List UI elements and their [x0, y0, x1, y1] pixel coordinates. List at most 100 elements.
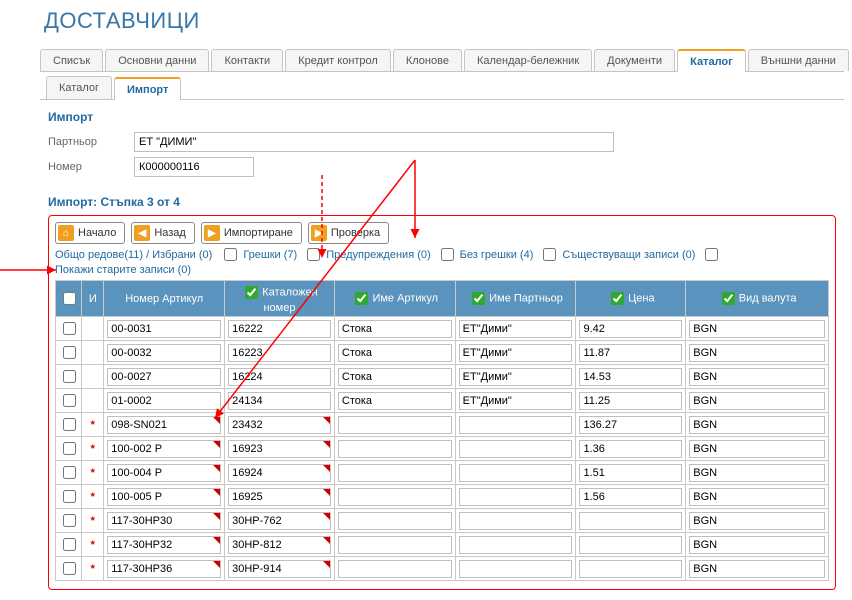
subtab-импорт[interactable]: Импорт [114, 77, 181, 100]
cell-input[interactable] [459, 368, 573, 386]
cell-input[interactable] [579, 416, 682, 434]
cell-input[interactable] [459, 536, 573, 554]
row-select-checkbox[interactable] [63, 418, 76, 431]
partner-input[interactable] [134, 132, 614, 152]
cell-input[interactable] [459, 440, 573, 458]
cell-input[interactable] [338, 536, 452, 554]
cell-input[interactable] [228, 464, 331, 482]
tab-контакти[interactable]: Контакти [211, 49, 283, 71]
cell-input[interactable] [689, 368, 825, 386]
cell-input[interactable] [338, 320, 452, 338]
tab-основни-данни[interactable]: Основни данни [105, 49, 209, 71]
cell-input[interactable] [689, 392, 825, 410]
cell-input[interactable] [107, 368, 221, 386]
cell-input[interactable] [338, 368, 452, 386]
filter-warnings-checkbox[interactable] [307, 248, 320, 261]
col-article-name-checkbox[interactable] [355, 292, 368, 305]
cell-input[interactable] [228, 392, 331, 410]
cell-input[interactable] [338, 512, 452, 530]
filter-showold-checkbox[interactable] [705, 248, 718, 261]
filter-existing-checkbox[interactable] [543, 248, 556, 261]
row-select-checkbox[interactable] [63, 442, 76, 455]
cell-input[interactable] [459, 416, 573, 434]
cell-input[interactable] [228, 344, 331, 362]
cell-input[interactable] [459, 392, 573, 410]
subtab-каталог[interactable]: Каталог [46, 76, 112, 99]
cell-input[interactable] [107, 344, 221, 362]
cell-input[interactable] [579, 560, 682, 578]
cell-input[interactable] [107, 320, 221, 338]
col-currency[interactable]: Вид валута [686, 281, 829, 317]
cell-input[interactable] [107, 536, 221, 554]
cell-input[interactable] [459, 512, 573, 530]
cell-input[interactable] [228, 416, 331, 434]
number-input[interactable] [134, 157, 254, 177]
tab-документи[interactable]: Документи [594, 49, 675, 71]
cell-input[interactable] [579, 392, 682, 410]
cell-input[interactable] [338, 392, 452, 410]
cell-input[interactable] [338, 464, 452, 482]
cell-input[interactable] [338, 416, 452, 434]
cell-input[interactable] [338, 440, 452, 458]
row-select-checkbox[interactable] [63, 562, 76, 575]
col-partner-name[interactable]: Име Партньор [455, 281, 576, 317]
tab-външни-данни[interactable]: Външни данни [748, 49, 849, 71]
col-price[interactable]: Цена [576, 281, 686, 317]
cell-input[interactable] [689, 416, 825, 434]
cell-input[interactable] [579, 536, 682, 554]
cell-input[interactable] [579, 440, 682, 458]
check-button[interactable]: ▶ Проверка [308, 222, 389, 244]
select-all-checkbox[interactable] [63, 292, 76, 305]
col-article-no[interactable]: Номер Артикул [104, 281, 225, 317]
col-currency-checkbox[interactable] [722, 292, 735, 305]
cell-input[interactable] [459, 344, 573, 362]
cell-input[interactable] [689, 344, 825, 362]
cell-input[interactable] [579, 320, 682, 338]
cell-input[interactable] [107, 416, 221, 434]
col-catalog-no-checkbox[interactable] [245, 286, 258, 299]
cell-input[interactable] [107, 488, 221, 506]
cell-input[interactable] [228, 560, 331, 578]
col-article-name[interactable]: Име Артикул [334, 281, 455, 317]
row-select-checkbox[interactable] [63, 490, 76, 503]
cell-input[interactable] [459, 488, 573, 506]
cell-input[interactable] [228, 512, 331, 530]
cell-input[interactable] [459, 560, 573, 578]
cell-input[interactable] [228, 536, 331, 554]
filter-noerrors-checkbox[interactable] [441, 248, 454, 261]
col-partner-name-checkbox[interactable] [472, 292, 485, 305]
cell-input[interactable] [338, 560, 452, 578]
tab-кредит-контрол[interactable]: Кредит контрол [285, 49, 391, 71]
cell-input[interactable] [689, 536, 825, 554]
cell-input[interactable] [689, 512, 825, 530]
cell-input[interactable] [689, 560, 825, 578]
row-select-checkbox[interactable] [63, 394, 76, 407]
cell-input[interactable] [228, 320, 331, 338]
cell-input[interactable] [228, 368, 331, 386]
home-button[interactable]: ⌂ Начало [55, 222, 125, 244]
cell-input[interactable] [579, 344, 682, 362]
cell-input[interactable] [689, 464, 825, 482]
row-select-checkbox[interactable] [63, 514, 76, 527]
cell-input[interactable] [338, 488, 452, 506]
col-price-checkbox[interactable] [611, 292, 624, 305]
cell-input[interactable] [689, 320, 825, 338]
row-select-checkbox[interactable] [63, 322, 76, 335]
cell-input[interactable] [338, 344, 452, 362]
cell-input[interactable] [579, 512, 682, 530]
cell-input[interactable] [459, 320, 573, 338]
cell-input[interactable] [579, 488, 682, 506]
cell-input[interactable] [579, 368, 682, 386]
col-catalog-no[interactable]: Каталожен номер [225, 281, 335, 317]
row-select-checkbox[interactable] [63, 466, 76, 479]
tab-календар-бележник[interactable]: Календар-бележник [464, 49, 592, 71]
cell-input[interactable] [689, 488, 825, 506]
cell-input[interactable] [228, 440, 331, 458]
import-button[interactable]: ▶ Импортиране [201, 222, 302, 244]
back-button[interactable]: ◀ Назад [131, 222, 195, 244]
tab-списък[interactable]: Списък [40, 49, 103, 71]
cell-input[interactable] [107, 560, 221, 578]
row-select-checkbox[interactable] [63, 538, 76, 551]
row-select-checkbox[interactable] [63, 370, 76, 383]
tab-каталог[interactable]: Каталог [677, 49, 746, 72]
